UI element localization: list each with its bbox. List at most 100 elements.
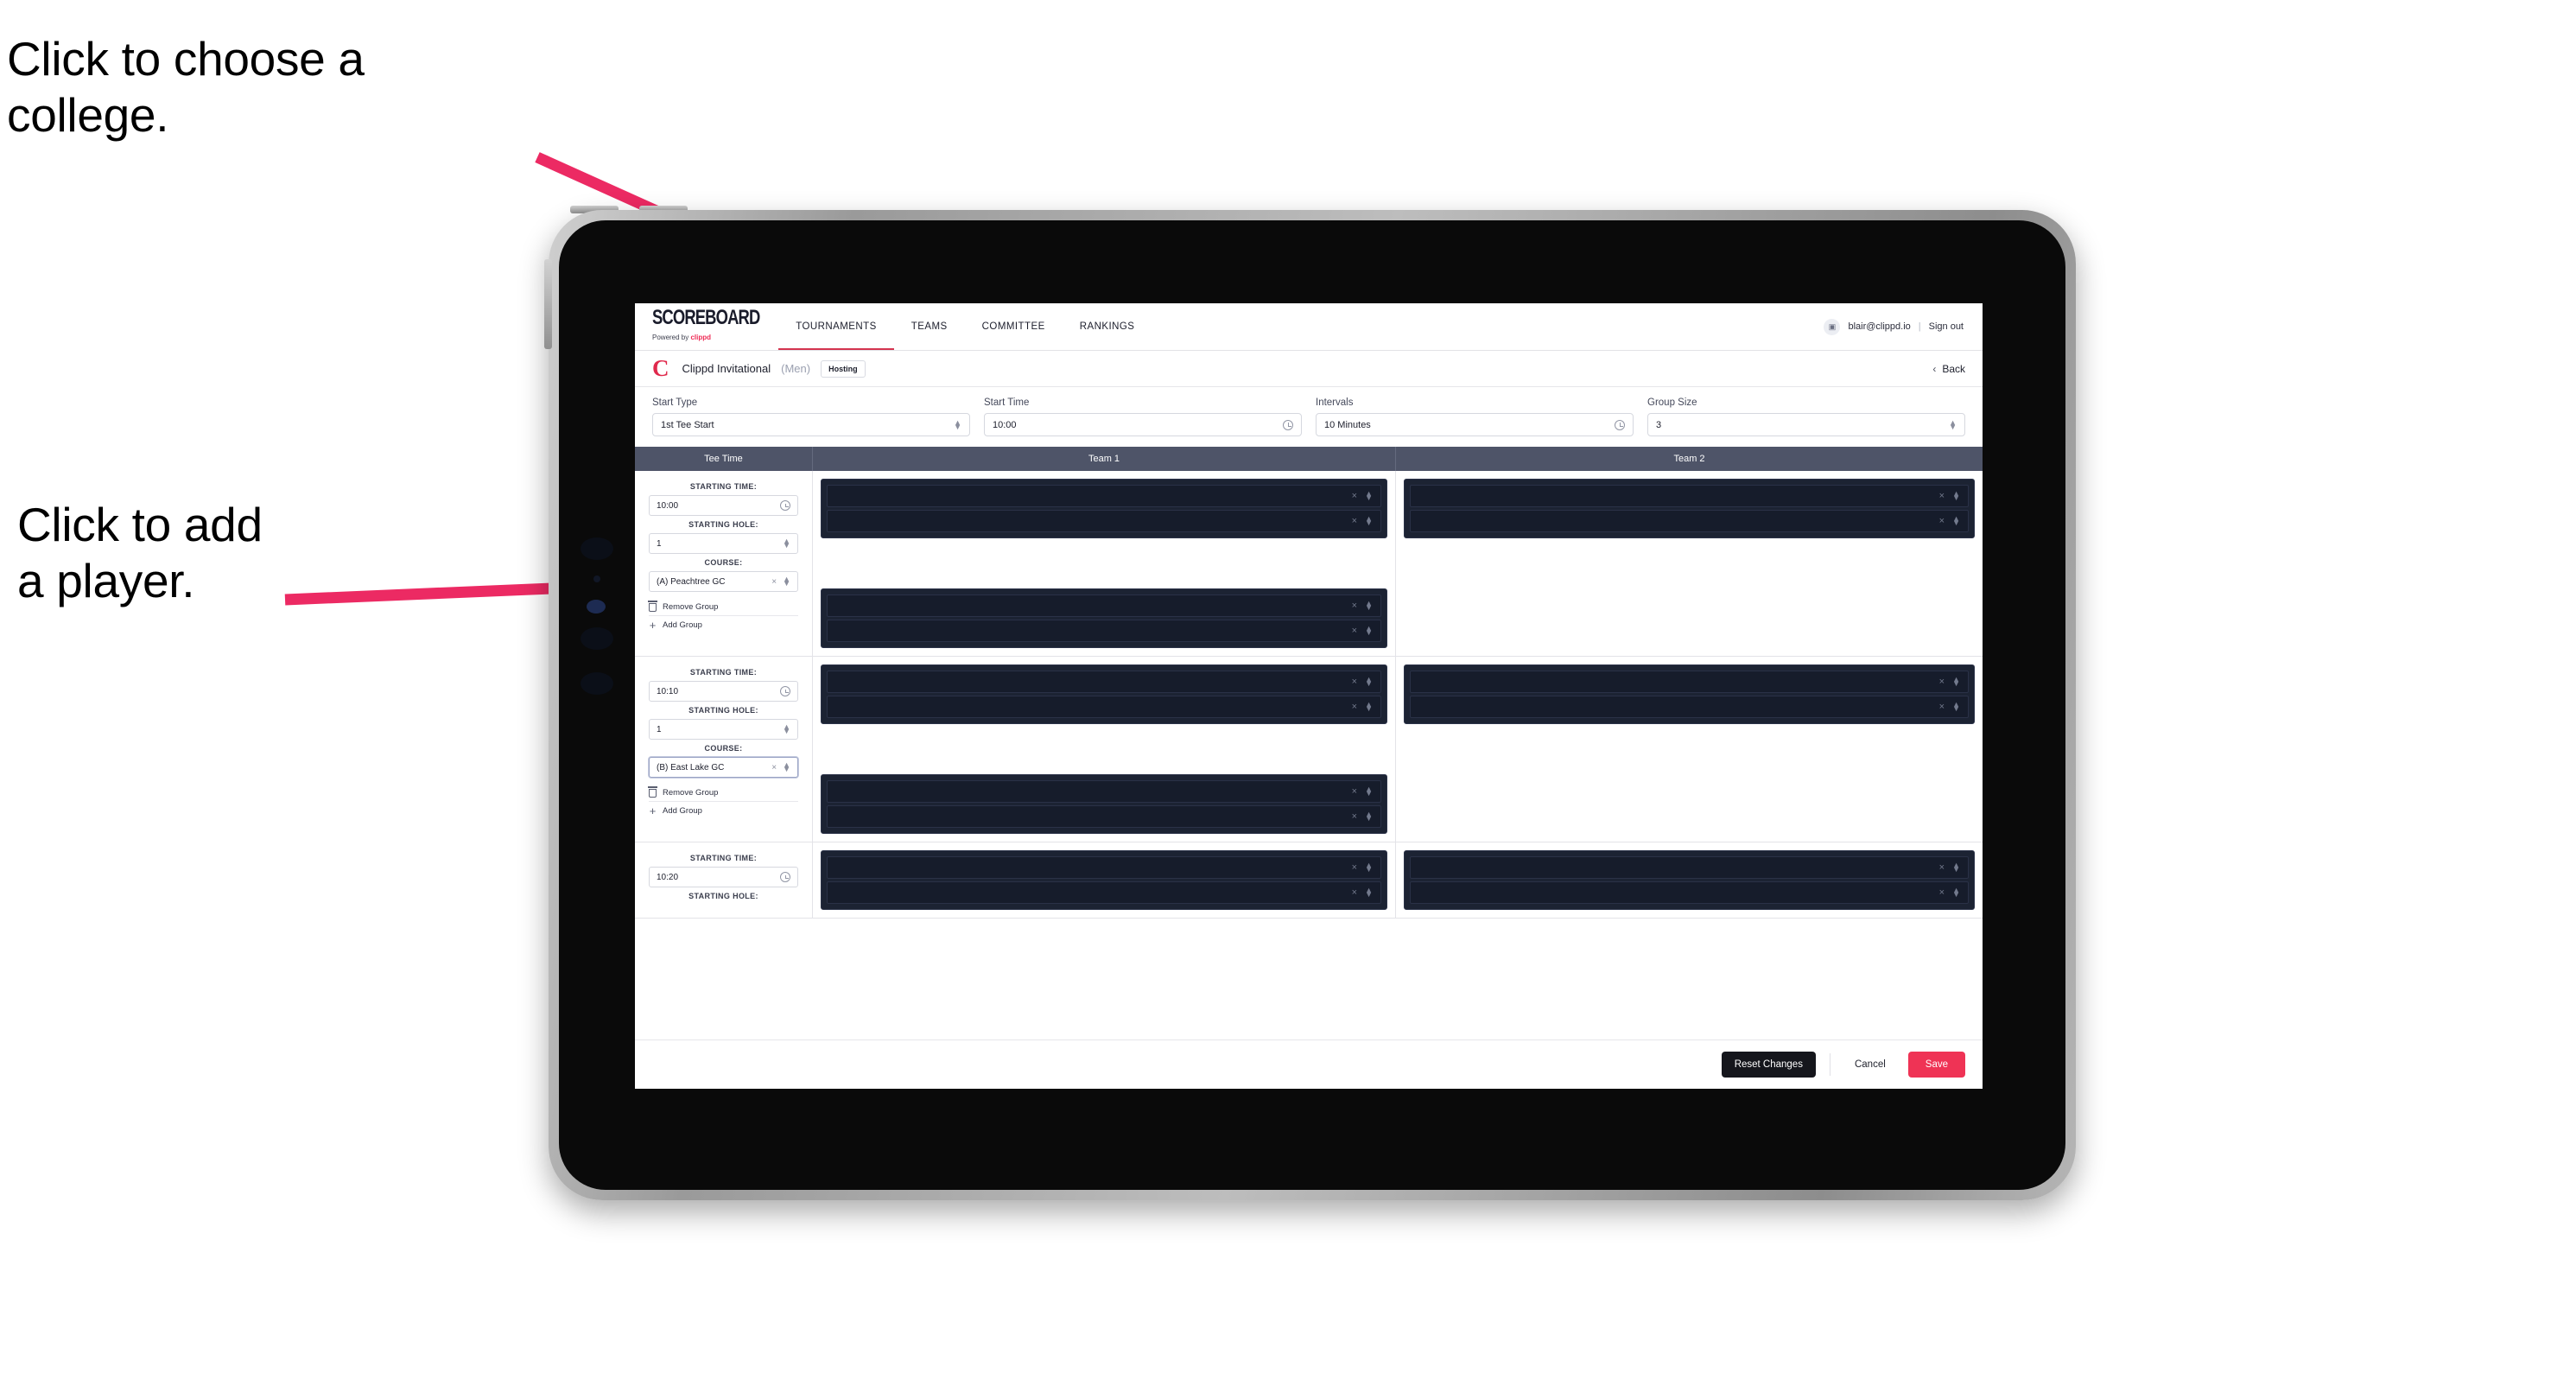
starting-time-input[interactable]: 10:10 — [649, 681, 798, 702]
remove-player-icon[interactable]: × — [1352, 862, 1357, 873]
player-slot[interactable]: × ▲ ▼ — [1410, 696, 1969, 718]
save-button[interactable]: Save — [1907, 1052, 1965, 1078]
remove-player-icon[interactable]: × — [1939, 887, 1945, 898]
player-slot[interactable]: × ▲ ▼ — [1410, 485, 1969, 507]
player-group-block[interactable]: × ▲ ▼ × ▲ ▼ — [1404, 479, 1975, 538]
clock-icon[interactable] — [780, 686, 790, 696]
back-button[interactable]: ‹ Back — [1932, 363, 1965, 375]
stepper-icon[interactable]: ▲ ▼ — [1952, 861, 1960, 874]
clear-course-icon[interactable]: × — [771, 763, 777, 772]
starting-hole-stepper[interactable]: 1 ▲ ▼ — [649, 533, 798, 554]
nav-item-rankings[interactable]: RANKINGS — [1063, 303, 1152, 350]
course-select[interactable]: (A) Peachtree GC × ▲ ▼ — [649, 571, 798, 592]
clock-icon[interactable] — [780, 500, 790, 511]
player-slot[interactable]: × ▲ ▼ — [1410, 881, 1969, 904]
remove-player-icon[interactable]: × — [1939, 702, 1945, 712]
player-group-block[interactable]: × ▲ ▼ × ▲ ▼ — [1404, 850, 1975, 910]
player-group-block[interactable]: × ▲ ▼ × ▲ ▼ — [1404, 664, 1975, 724]
stepper-icon[interactable]: ▲ ▼ — [954, 418, 961, 430]
player-slot[interactable]: × ▲ ▼ — [827, 696, 1381, 718]
group-size-stepper[interactable]: 3 ▲ ▼ — [1647, 413, 1965, 436]
clock-icon[interactable] — [780, 872, 790, 882]
brand-logo[interactable]: SCOREBOARD Powered by clippd — [635, 303, 778, 350]
remove-player-icon[interactable]: × — [1352, 626, 1357, 636]
player-slot[interactable]: × ▲ ▼ — [827, 881, 1381, 904]
nav-item-tournaments[interactable]: TOURNAMENTS — [778, 303, 894, 350]
remove-group-button[interactable]: Remove Group — [648, 785, 798, 802]
avatar[interactable]: ▣ — [1824, 318, 1841, 335]
stepper-icon[interactable]: ▲ ▼ — [783, 761, 790, 773]
remove-player-icon[interactable]: × — [1352, 786, 1357, 797]
stepper-icon[interactable]: ▲ ▼ — [1949, 418, 1957, 430]
stepper-icon[interactable]: ▲ ▼ — [1952, 490, 1960, 502]
clock-icon[interactable] — [1283, 419, 1293, 430]
add-group-button[interactable]: + Add Group — [649, 616, 798, 634]
remove-player-icon[interactable]: × — [1939, 677, 1945, 687]
player-slot[interactable]: × ▲ ▼ — [1410, 510, 1969, 532]
add-group-button[interactable]: + Add Group — [649, 802, 798, 820]
nav-item-committee[interactable]: COMMITTEE — [965, 303, 1063, 350]
remove-group-button[interactable]: Remove Group — [648, 599, 798, 616]
tee-sheet-body[interactable]: STARTING TIME: 10:00 STARTING HOLE: 1 ▲ ▼ COUR… — [635, 471, 1983, 1026]
stepper-icon[interactable]: ▲ ▼ — [783, 537, 790, 550]
stepper-icon[interactable]: ▲ ▼ — [1365, 785, 1373, 798]
stepper-icon[interactable]: ▲ ▼ — [1952, 676, 1960, 688]
stepper-icon[interactable]: ▲ ▼ — [1365, 811, 1373, 823]
nav-item-teams[interactable]: TEAMS — [894, 303, 965, 350]
stepper-icon[interactable]: ▲ ▼ — [1365, 676, 1373, 688]
brand-wordmark: SCOREBOARD — [652, 307, 760, 330]
player-slot[interactable]: × ▲ ▼ — [827, 671, 1381, 693]
remove-player-icon[interactable]: × — [1939, 491, 1945, 501]
player-group-block[interactable]: × ▲ ▼ × ▲ ▼ — [821, 850, 1387, 910]
stepper-icon[interactable]: ▲ ▼ — [1365, 861, 1373, 874]
clock-icon[interactable] — [1615, 419, 1625, 430]
sign-out-link[interactable]: Sign out — [1929, 321, 1964, 332]
clear-course-icon[interactable]: × — [771, 577, 777, 587]
course-select[interactable]: (B) East Lake GC × ▲ ▼ — [649, 757, 798, 778]
starting-hole-stepper[interactable]: 1 ▲ ▼ — [649, 719, 798, 740]
stepper-icon[interactable]: ▲ ▼ — [783, 575, 790, 588]
remove-player-icon[interactable]: × — [1352, 601, 1357, 611]
player-slot[interactable]: × ▲ ▼ — [827, 594, 1381, 617]
stepper-icon[interactable]: ▲ ▼ — [1365, 600, 1373, 612]
remove-player-icon[interactable]: × — [1352, 811, 1357, 822]
player-slot[interactable]: × ▲ ▼ — [1410, 671, 1969, 693]
stepper-icon[interactable]: ▲ ▼ — [1952, 887, 1960, 899]
player-slot[interactable]: × ▲ ▼ — [827, 485, 1381, 507]
remove-player-icon[interactable]: × — [1352, 702, 1357, 712]
remove-player-icon[interactable]: × — [1352, 677, 1357, 687]
player-slot[interactable]: × ▲ ▼ — [827, 805, 1381, 828]
reset-changes-button[interactable]: Reset Changes — [1721, 1052, 1816, 1078]
remove-player-icon[interactable]: × — [1352, 516, 1357, 526]
team1-cell: × ▲ ▼ × ▲ ▼ × ▲ ▼ × ▲ ▼ — [813, 471, 1396, 656]
starting-time-input[interactable]: 10:00 — [649, 495, 798, 516]
player-group-block[interactable]: × ▲ ▼ × ▲ ▼ — [821, 588, 1387, 648]
player-slot[interactable]: × ▲ ▼ — [1410, 856, 1969, 879]
remove-player-icon[interactable]: × — [1352, 887, 1357, 898]
player-slot[interactable]: × ▲ ▼ — [827, 780, 1381, 803]
start-time-input[interactable]: 10:00 — [984, 413, 1302, 436]
player-group-block[interactable]: × ▲ ▼ × ▲ ▼ — [821, 774, 1387, 834]
intervals-input[interactable]: 10 Minutes — [1316, 413, 1634, 436]
stepper-icon[interactable]: ▲ ▼ — [1365, 490, 1373, 502]
player-slot[interactable]: × ▲ ▼ — [827, 856, 1381, 879]
stepper-icon[interactable]: ▲ ▼ — [1365, 701, 1373, 713]
start-time-value: 10:00 — [993, 419, 1017, 430]
stepper-icon[interactable]: ▲ ▼ — [1952, 701, 1960, 713]
stepper-icon[interactable]: ▲ ▼ — [783, 723, 790, 735]
start-type-select[interactable]: 1st Tee Start ▲ ▼ — [652, 413, 970, 436]
cancel-button[interactable]: Cancel — [1844, 1052, 1896, 1078]
stepper-icon[interactable]: ▲ ▼ — [1365, 515, 1373, 527]
stepper-icon[interactable]: ▲ ▼ — [1365, 887, 1373, 899]
player-slot[interactable]: × ▲ ▼ — [827, 620, 1381, 642]
player-group-block[interactable]: × ▲ ▼ × ▲ ▼ — [821, 479, 1387, 538]
remove-player-icon[interactable]: × — [1352, 491, 1357, 501]
remove-player-icon[interactable]: × — [1939, 862, 1945, 873]
stepper-icon[interactable]: ▲ ▼ — [1365, 625, 1373, 637]
starting-time-input[interactable]: 10:20 — [649, 867, 798, 887]
brand-clippd-text: clippd — [690, 334, 712, 341]
player-slot[interactable]: × ▲ ▼ — [827, 510, 1381, 532]
remove-player-icon[interactable]: × — [1939, 516, 1945, 526]
player-group-block[interactable]: × ▲ ▼ × ▲ ▼ — [821, 664, 1387, 724]
stepper-icon[interactable]: ▲ ▼ — [1952, 515, 1960, 527]
